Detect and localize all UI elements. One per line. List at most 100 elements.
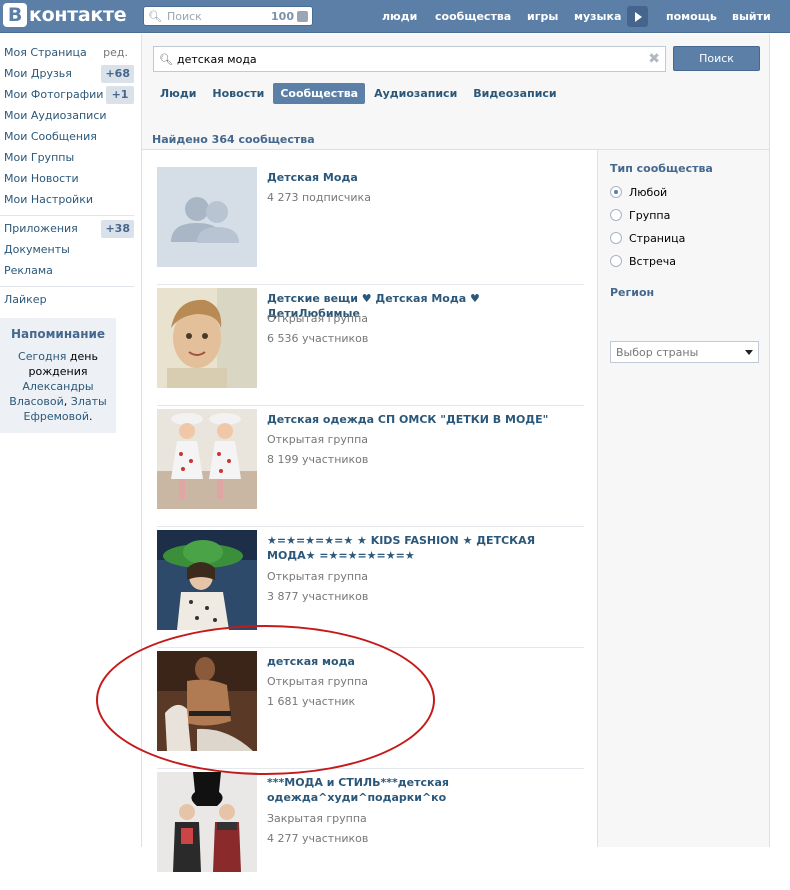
nav-communities[interactable]: сообщества	[435, 10, 511, 23]
community-members: 6 536 участников	[267, 332, 369, 345]
today-link[interactable]: Сегодня	[18, 350, 66, 363]
sidebar-item-apps[interactable]: Приложения +38	[0, 220, 140, 241]
sidebar-item-news[interactable]: Мои Новости	[0, 170, 140, 191]
sidebar-item-label: Мои Группы	[4, 151, 75, 164]
sidebar-item-label: Мои Настройки	[4, 193, 93, 206]
community-name-link[interactable]: Детская Мода	[267, 170, 567, 185]
community-members: 4 277 участников	[267, 832, 369, 845]
community-type: Закрытая группа	[267, 812, 367, 825]
community-avatar[interactable]	[157, 530, 257, 630]
tab-news[interactable]: Новости	[205, 83, 271, 104]
list-item: ★=★=★=★=★ ★ KIDS FASHION ★ ДЕТСКАЯ МОДА★…	[157, 527, 584, 648]
tab-audio[interactable]: Аудиозаписи	[367, 83, 464, 104]
clear-icon[interactable]: ✖	[648, 51, 660, 67]
reminder-text: Сегодня день рождения Александры Власово…	[4, 349, 112, 424]
photos-count-badge[interactable]: +1	[106, 86, 134, 104]
radio-page[interactable]: Страница	[610, 230, 685, 246]
vk-logo[interactable]: В контакте	[3, 3, 127, 27]
radio-label: Встреча	[629, 254, 676, 268]
community-name-link[interactable]: ★=★=★=★=★ ★ KIDS FASHION ★ ДЕТСКАЯ МОДА★…	[267, 533, 567, 563]
community-name-link[interactable]: Детская одежда СП ОМСК "ДЕТКИ В МОДЕ"	[267, 412, 567, 427]
radio-label: Страница	[629, 231, 686, 245]
sidebar-item-documents[interactable]: Документы	[0, 241, 140, 262]
reminder-comma: ,	[63, 395, 68, 408]
search-input[interactable]: 🔍︎ детская мода ✖	[153, 46, 666, 72]
sidebar-divider	[0, 215, 134, 216]
sidebar-item-label: Мои Друзья	[4, 67, 72, 80]
nav-games[interactable]: игры	[527, 10, 558, 23]
radio-label: Группа	[629, 208, 671, 222]
sidebar-item-groups[interactable]: Мои Группы	[0, 149, 140, 170]
nav-music[interactable]: музыка	[574, 10, 621, 23]
sidebar-item-settings[interactable]: Мои Настройки	[0, 191, 140, 212]
sidebar-item-liker[interactable]: Лайкер	[0, 291, 140, 312]
community-avatar[interactable]	[157, 167, 257, 267]
edit-link[interactable]: ред.	[103, 44, 128, 62]
sidebar-item-label: Приложения	[4, 222, 78, 235]
sidebar-divider	[0, 286, 134, 287]
radio-any[interactable]: Любой	[610, 184, 667, 200]
header-search-input[interactable]: 🔍︎ Поиск 100	[143, 6, 313, 26]
logo-b-icon: В	[3, 3, 27, 27]
sidebar-item-friends[interactable]: Мои Друзья +68	[0, 65, 140, 86]
sidebar-item-photos[interactable]: Мои Фотографии +1	[0, 86, 140, 107]
list-item: Детская Мода 4 273 подписчика	[157, 164, 584, 285]
sidebar-item-my-page[interactable]: Моя Страница ред.	[0, 44, 140, 65]
community-avatar[interactable]	[157, 772, 257, 872]
sidebar-item-label: Реклама	[4, 264, 53, 277]
music-play-button[interactable]	[627, 6, 648, 27]
community-name-link[interactable]: детская мода	[267, 654, 567, 669]
tab-communities[interactable]: Сообщества	[273, 83, 366, 104]
sidebar-item-label: Мои Фотографии	[4, 88, 104, 101]
sidebar-item-label: Мои Новости	[4, 172, 79, 185]
community-avatar[interactable]	[157, 288, 257, 388]
community-type: Открытая группа	[267, 570, 369, 583]
search-count: 100	[271, 9, 294, 23]
community-members: 8 199 участников	[267, 453, 369, 466]
sidebar-item-ads[interactable]: Реклама	[0, 262, 140, 283]
community-name-link[interactable]: ***МОДА и СТИЛЬ***детская одежда^худи^по…	[267, 775, 567, 805]
tab-video[interactable]: Видеозаписи	[466, 83, 563, 104]
search-icon: 🔍︎	[148, 9, 162, 23]
search-button[interactable]: Поиск	[673, 46, 760, 71]
sidebar-item-label: Документы	[4, 243, 70, 256]
logo-text: контакте	[29, 4, 127, 26]
sidebar-item-label: Лайкер	[4, 293, 47, 306]
radio-event[interactable]: Встреча	[610, 253, 676, 269]
apps-count-badge[interactable]: +38	[101, 220, 134, 238]
community-type: Открытая группа	[267, 433, 369, 446]
radio-icon	[610, 255, 622, 267]
list-item: ***МОДА и СТИЛЬ***детская одежда^худи^по…	[157, 769, 584, 890]
community-avatar[interactable]	[157, 409, 257, 509]
search-icon: 🔍︎	[159, 52, 173, 66]
community-type: Открытая группа	[267, 312, 369, 325]
radio-icon	[610, 232, 622, 244]
community-type-title: Тип сообщества	[610, 162, 713, 175]
community-avatar[interactable]	[157, 651, 257, 751]
nav-logout[interactable]: выйти	[732, 10, 771, 23]
radio-label: Любой	[629, 185, 668, 199]
sidebar-item-audio[interactable]: Мои Аудиозаписи	[0, 107, 140, 128]
results-count: Найдено 364 сообщества	[152, 133, 315, 146]
country-select[interactable]: Выбор страны	[610, 341, 759, 363]
community-members: 3 877 участников	[267, 590, 369, 603]
top-bar: В контакте 🔍︎ Поиск 100 люди сообщества …	[0, 0, 790, 33]
results-list: Детская Мода 4 273 подписчика Детские ве…	[157, 164, 584, 890]
region-title: Регион	[610, 286, 655, 299]
person-icon	[297, 10, 308, 22]
nav-people[interactable]: люди	[382, 10, 417, 23]
sidebar-item-label: Мои Сообщения	[4, 130, 97, 143]
friends-count-badge[interactable]: +68	[101, 65, 134, 83]
reminder-dot: .	[89, 410, 93, 423]
play-icon	[635, 11, 642, 22]
tab-people[interactable]: Люди	[153, 83, 203, 104]
sidebar-item-messages[interactable]: Мои Сообщения	[0, 128, 140, 149]
nav-help[interactable]: помощь	[666, 10, 717, 23]
filters-panel: Тип сообщества Любой Группа Страница Вст…	[597, 150, 769, 847]
left-sidebar: Моя Страница ред. Мои Друзья +68 Мои Фот…	[0, 44, 140, 312]
chevron-down-icon	[745, 349, 753, 355]
search-tabs: Люди Новости Сообщества Аудиозаписи Виде…	[153, 83, 566, 104]
radio-icon	[610, 209, 622, 221]
list-item: Детские вещи ♥ Детская Мода ♥ ДетиЛюбимы…	[157, 285, 584, 406]
radio-group[interactable]: Группа	[610, 207, 670, 223]
